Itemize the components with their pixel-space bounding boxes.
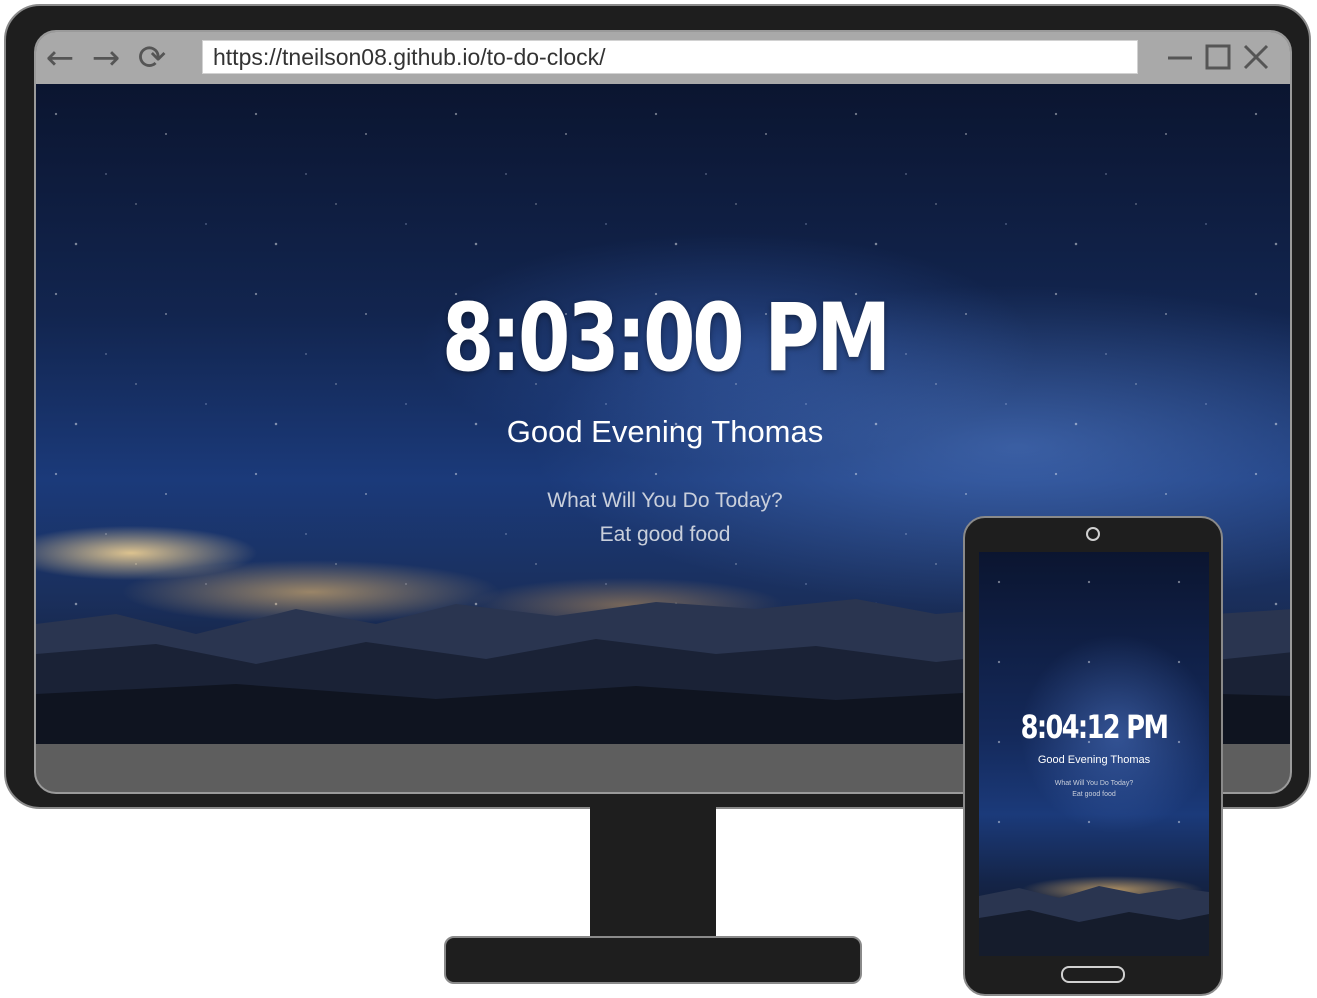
back-button[interactable]: ← [42, 40, 78, 76]
address-bar[interactable]: https://tneilson08.github.io/to-do-clock… [202, 40, 1138, 74]
arrow-left-icon: ← [45, 38, 75, 78]
mountain-silhouette [979, 886, 1209, 956]
clock-time: 8:04:12 PM [1020, 708, 1169, 746]
forward-button[interactable]: → [88, 40, 124, 76]
maximize-icon [1205, 44, 1231, 70]
camera-icon [1086, 527, 1100, 541]
mobile-web-view: 8:04:12 PM Good Evening Thomas What Will… [979, 552, 1209, 956]
minimize-icon [1168, 56, 1192, 60]
close-button[interactable] [1240, 42, 1272, 74]
reload-icon: ⟳ [137, 38, 167, 78]
arrow-right-icon: → [91, 38, 121, 78]
clock-time: 8:03:00 PM [442, 284, 891, 393]
monitor-stand-neck [590, 807, 716, 942]
greeting-text: Good Evening Thomas [1037, 754, 1151, 766]
browser-toolbar: ← → ⟳ https://tneilson08.github.io/to-do… [36, 32, 1290, 84]
focus-input[interactable]: Eat good food [979, 791, 1209, 798]
focus-prompt: What Will You Do Today? [547, 489, 783, 512]
minimize-button[interactable] [1164, 42, 1196, 74]
reload-button[interactable]: ⟳ [134, 40, 170, 76]
phone-frame: 8:04:12 PM Good Evening Thomas What Will… [963, 516, 1223, 996]
close-icon [1243, 44, 1269, 70]
maximize-button[interactable] [1202, 42, 1234, 74]
home-button[interactable] [1061, 966, 1125, 983]
focus-prompt: What Will You Do Today? [1054, 780, 1134, 787]
greeting-text: Good Evening Thomas [506, 414, 824, 449]
monitor-stand-base [444, 936, 862, 984]
